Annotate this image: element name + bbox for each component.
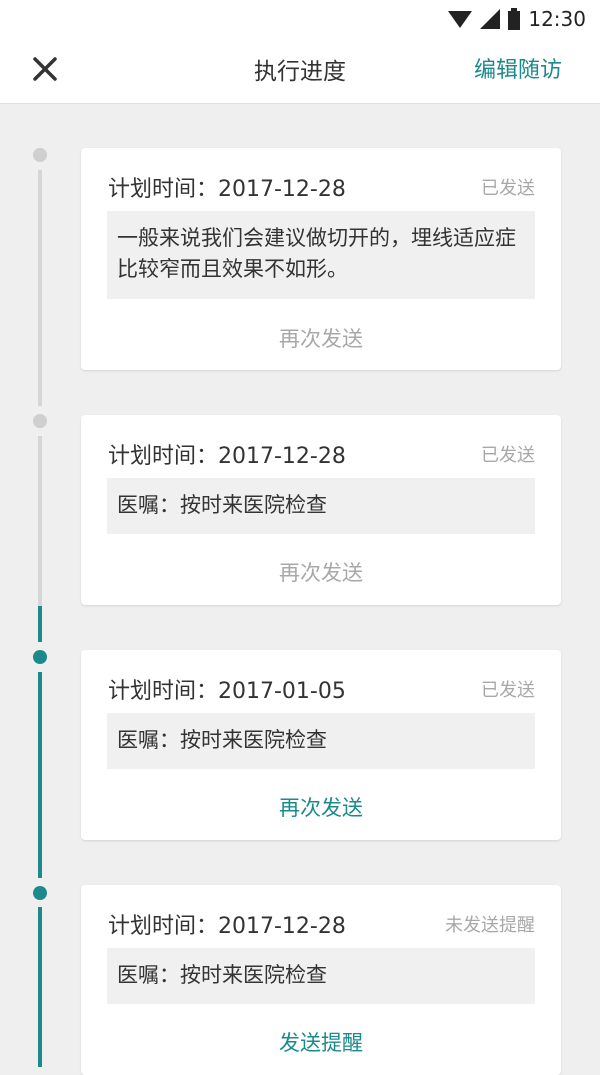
status-badge: 未发送提醒 (445, 915, 535, 936)
timeline-segment (38, 606, 42, 642)
status-badge: 已发送 (481, 178, 535, 199)
followup-card: 计划时间：2017-12-28 未发送提醒 医嘱：按时来医院检查 发送提醒 (81, 885, 561, 1075)
status-badge: 已发送 (481, 680, 535, 701)
timeline-dot (33, 148, 47, 162)
status-bar: 12:30 (448, 6, 586, 32)
plan-time: 计划时间：2017-12-28 (108, 177, 346, 202)
followup-card: 计划时间：2017-12-28 已发送 一般来说我们会建议做切开的，埋线适应症比… (81, 148, 561, 370)
plan-time: 计划时间：2017-01-05 (108, 679, 346, 704)
top-bar: 12:30 执行进度 编辑随访 (0, 0, 600, 104)
followup-card: 计划时间：2017-01-05 已发送 医嘱：按时来医院检查 再次发送 (81, 650, 561, 840)
status-time: 12:30 (528, 7, 586, 31)
message-content: 医嘱：按时来医院检查 (107, 948, 535, 1004)
followup-card: 计划时间：2017-12-28 已发送 医嘱：按时来医院检查 再次发送 (81, 415, 561, 605)
resend-button[interactable]: 再次发送 (81, 792, 561, 822)
timeline-dot (33, 414, 47, 428)
timeline-dot (33, 650, 47, 664)
wifi-icon (448, 11, 473, 28)
timeline-segment (38, 672, 42, 878)
message-content: 医嘱：按时来医院检查 (107, 478, 535, 534)
resend-button[interactable]: 再次发送 (81, 323, 561, 353)
message-content: 一般来说我们会建议做切开的，埋线适应症比较窄而且效果不如形。 (107, 211, 535, 299)
timeline-dot (33, 886, 47, 900)
plan-time: 计划时间：2017-12-28 (108, 914, 346, 939)
resend-button[interactable]: 再次发送 (81, 557, 561, 587)
signal-icon (480, 9, 501, 29)
plan-time: 计划时间：2017-12-28 (108, 444, 346, 469)
timeline-segment (38, 436, 42, 606)
message-content: 医嘱：按时来医院检查 (107, 713, 535, 769)
timeline-segment (38, 907, 42, 1067)
timeline-segment (38, 170, 42, 406)
edit-followup-button[interactable]: 编辑随访 (474, 52, 562, 84)
battery-icon (508, 8, 521, 30)
status-badge: 已发送 (481, 445, 535, 466)
send-reminder-button[interactable]: 发送提醒 (81, 1027, 561, 1057)
